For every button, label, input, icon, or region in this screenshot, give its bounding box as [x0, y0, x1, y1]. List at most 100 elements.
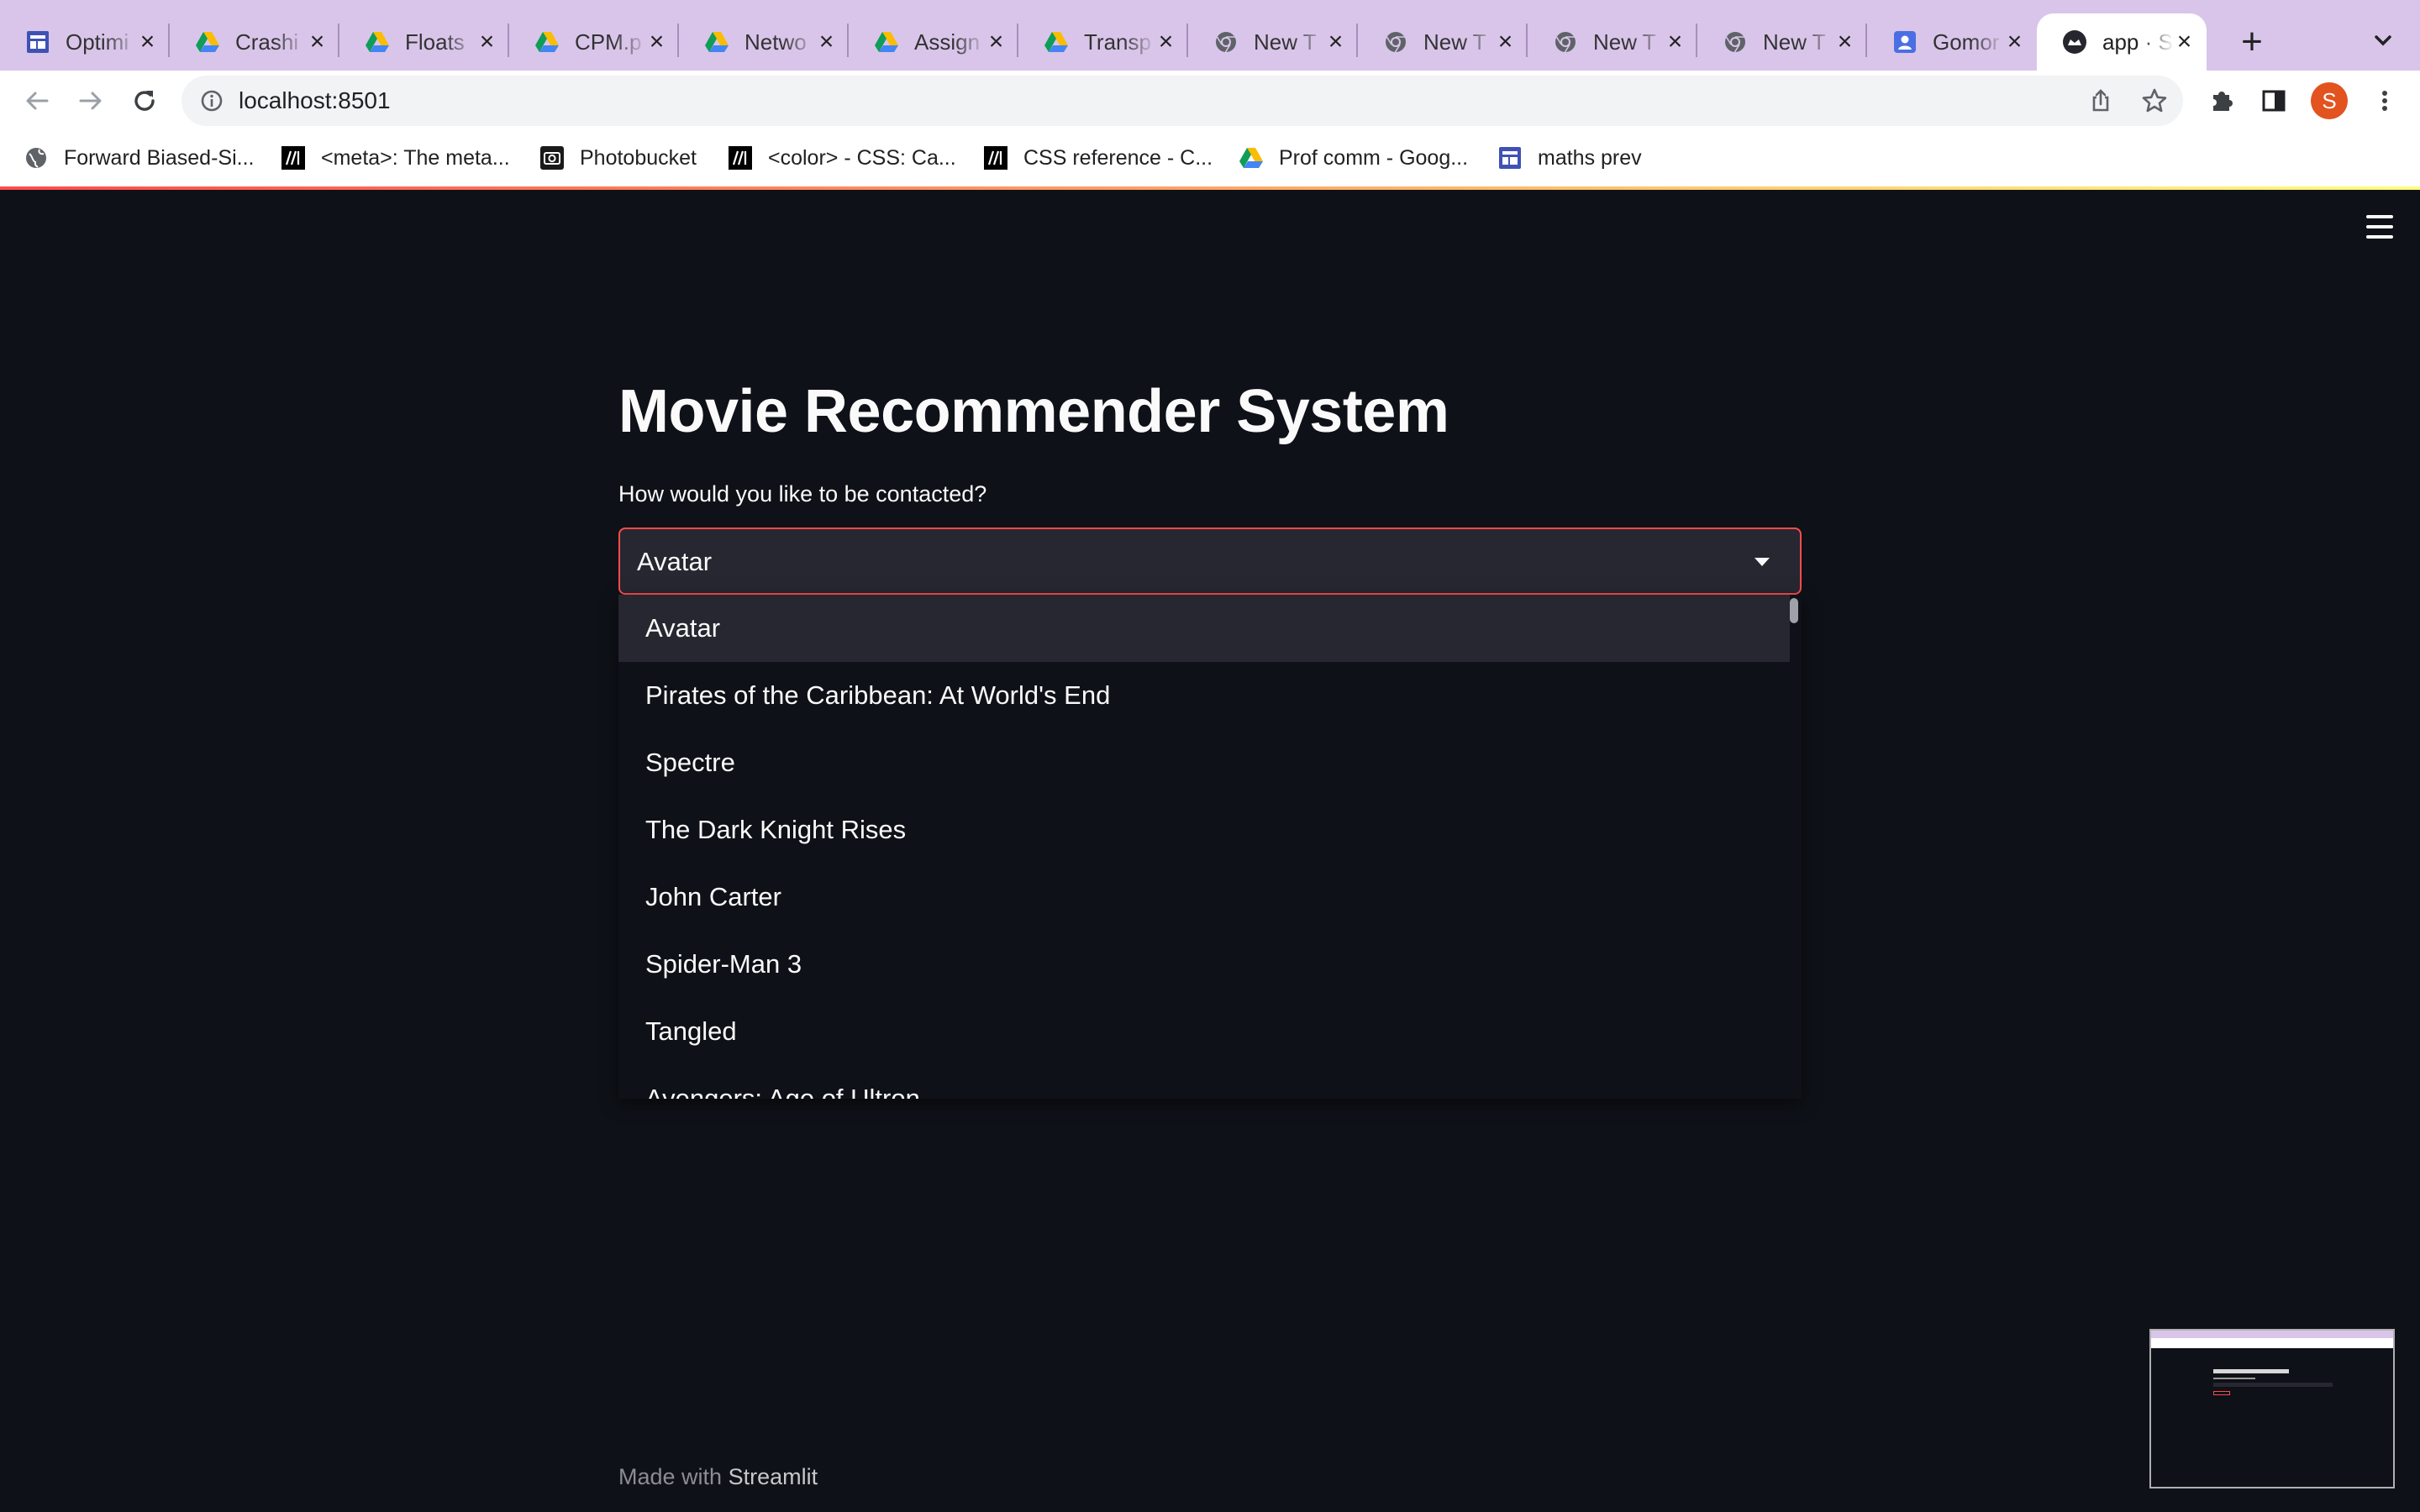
bookmark-star-icon[interactable]	[2138, 84, 2171, 118]
tab-title: New T	[1763, 29, 1826, 55]
tab[interactable]: New T ×	[1697, 13, 1867, 71]
tab[interactable]: CPM.p ×	[509, 13, 679, 71]
back-arrow-icon[interactable]	[20, 84, 54, 118]
tab-close-icon[interactable]: ×	[816, 29, 837, 55]
site-info-icon[interactable]	[198, 87, 225, 114]
tab-close-icon[interactable]: ×	[1155, 29, 1176, 55]
dropdown-scrollbar[interactable]	[1790, 598, 1798, 623]
tab-close-icon[interactable]: ×	[1834, 29, 1855, 55]
side-panel-icon[interactable]	[2257, 84, 2291, 118]
page-title: Movie Recommender System	[618, 378, 1449, 445]
streamlit-icon	[2062, 29, 2087, 55]
tab-title: Assign	[914, 29, 981, 55]
bookmark-item[interactable]: maths prev	[1497, 131, 1642, 185]
bookmark-item[interactable]: Forward Biased-Si...	[24, 131, 254, 185]
thumbnail-title	[2213, 1369, 2289, 1373]
thumbnail-selectbox	[2213, 1383, 2333, 1387]
bookmark-item[interactable]: CSS reference - C...	[983, 131, 1213, 185]
browser-menu-kebab-icon[interactable]	[2368, 84, 2402, 118]
tab-title: New T	[1423, 29, 1486, 55]
tab[interactable]: Crashi ×	[170, 13, 339, 71]
dropdown-option[interactable]: Spectre	[618, 729, 1790, 796]
bookmark-item[interactable]: Prof comm - Goog...	[1239, 131, 1468, 185]
chrome-icon	[1383, 29, 1408, 55]
tab-close-icon[interactable]: ×	[1325, 29, 1346, 55]
bookmarks-bar: Forward Biased-Si... <meta>: The meta...…	[0, 131, 2420, 186]
dropdown-option[interactable]: Avengers: Age of Ultron	[618, 1065, 1790, 1099]
bookmark-item[interactable]: <color> - CSS: Ca...	[728, 131, 956, 185]
docs-icon	[25, 29, 50, 55]
forward-arrow-icon[interactable]	[74, 84, 108, 118]
caret-down-icon[interactable]	[1754, 558, 1770, 566]
url-text[interactable]: localhost:8501	[239, 86, 391, 116]
dropdown-option[interactable]: Avatar	[618, 595, 1790, 662]
mdn-icon	[728, 145, 753, 171]
footer: Made with Streamlit	[618, 1462, 818, 1492]
tab-close-icon[interactable]: ×	[137, 29, 158, 55]
chrome-icon	[1213, 29, 1239, 55]
tab[interactable]: Assign ×	[849, 13, 1018, 71]
tab-close-icon[interactable]: ×	[646, 29, 667, 55]
tab-title: New T	[1254, 29, 1317, 55]
docs-icon	[1497, 145, 1523, 171]
profile-avatar[interactable]: S	[2311, 82, 2348, 119]
tab-close-icon[interactable]: ×	[1665, 29, 1686, 55]
share-icon[interactable]	[2084, 84, 2118, 118]
mdn-icon	[983, 145, 1008, 171]
drive-icon	[1044, 29, 1069, 55]
thumbnail-tabbar	[2151, 1331, 2393, 1338]
tab-title: Crashi	[235, 29, 299, 55]
address-bar[interactable]	[182, 76, 2183, 126]
tab[interactable]: Transp ×	[1018, 13, 1188, 71]
mdn-icon	[281, 145, 306, 171]
thumbnail-toolbar	[2151, 1338, 2393, 1348]
new-tab-button[interactable]: +	[2233, 18, 2270, 66]
bookmark-item[interactable]: Photobucket	[539, 131, 697, 185]
tab[interactable]: New T ×	[1188, 13, 1358, 71]
chrome-icon	[1553, 29, 1578, 55]
dropdown-option[interactable]: Pirates of the Caribbean: At World's End	[618, 662, 1790, 729]
bookmark-item[interactable]: <meta>: The meta...	[281, 131, 510, 185]
tab[interactable]: Optimi ×	[0, 13, 170, 71]
tab-title: Optimi	[66, 29, 129, 55]
tab[interactable]: Gomor ×	[1867, 13, 2037, 71]
tab-title: Gomor	[1933, 29, 2000, 55]
drive-icon	[365, 29, 390, 55]
selected-value: Avatar	[637, 547, 713, 576]
tab-title: New T	[1593, 29, 1656, 55]
tab-title: Transp	[1084, 29, 1151, 55]
tab-strip: Optimi × Crashi × Floats × CPM.p × Netwo × Assign ×…	[0, 0, 2420, 71]
streamlit-top-decoration	[0, 186, 2420, 190]
tab-close-icon[interactable]: ×	[2004, 29, 2025, 55]
globe-icon	[24, 145, 49, 171]
reload-icon[interactable]	[128, 84, 161, 118]
dropdown-option[interactable]: John Carter	[618, 864, 1790, 931]
tab[interactable]: New T ×	[1528, 13, 1697, 71]
tab-close-icon[interactable]: ×	[986, 29, 1007, 55]
tab-close-icon[interactable]: ×	[2174, 29, 2195, 55]
streamlit-link[interactable]: Streamlit	[729, 1464, 818, 1489]
tab-search-chevron-icon[interactable]	[2366, 24, 2400, 57]
dropdown-option[interactable]: Tangled	[618, 998, 1790, 1065]
extensions-puzzle-icon[interactable]	[2205, 84, 2238, 118]
footer-prefix: Made with	[618, 1464, 723, 1489]
tab-title: Floats	[405, 29, 465, 55]
tab[interactable]: Floats ×	[339, 13, 509, 71]
thumbnail-button	[2213, 1391, 2230, 1395]
dropdown-option[interactable]: Spider-Man 3	[618, 931, 1790, 998]
tab-active[interactable]: app · S ×	[2037, 13, 2207, 71]
contact-icon	[1892, 29, 1918, 55]
tab-close-icon[interactable]: ×	[307, 29, 328, 55]
drive-icon	[704, 29, 729, 55]
drive-icon	[1239, 145, 1264, 171]
dropdown-menu[interactable]: Avatar Pirates of the Caribbean: At Worl…	[618, 595, 1802, 1099]
tab-close-icon[interactable]: ×	[1495, 29, 1516, 55]
dropdown-option[interactable]: The Dark Knight Rises	[618, 796, 1790, 864]
tab[interactable]: New T ×	[1358, 13, 1528, 71]
movie-selectbox[interactable]: Avatar	[618, 528, 1802, 595]
hamburger-menu-icon[interactable]	[2363, 215, 2400, 244]
screen-preview-thumbnail[interactable]	[2149, 1329, 2395, 1488]
selectbox-label: How would you like to be contacted?	[618, 481, 987, 507]
tab[interactable]: Netwo ×	[679, 13, 849, 71]
tab-close-icon[interactable]: ×	[476, 29, 497, 55]
